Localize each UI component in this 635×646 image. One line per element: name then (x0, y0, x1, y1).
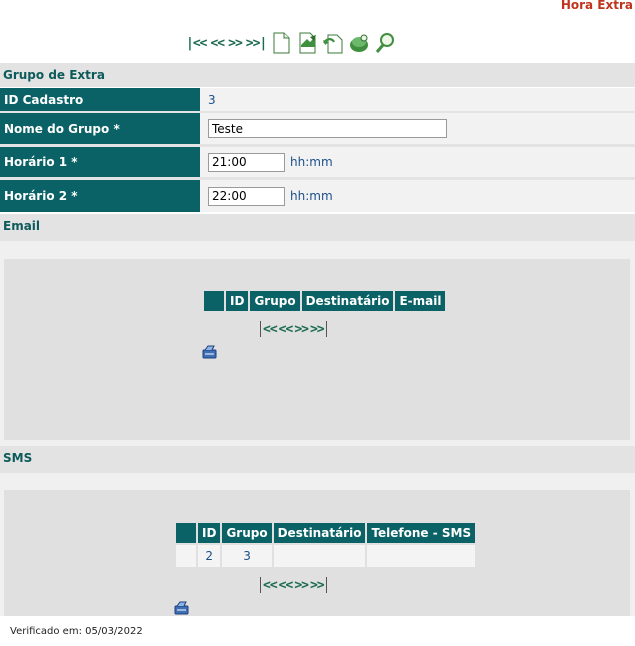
next-page-button[interactable]: >> (294, 322, 309, 337)
time1-input[interactable] (208, 152, 285, 172)
time-format-hint: hh:mm (290, 155, 333, 169)
field-row-id: ID Cadastro 3 (0, 88, 635, 113)
row-grupo-cell[interactable]: 3 (222, 545, 272, 567)
select-column-header (204, 291, 224, 311)
save-document-icon[interactable] (296, 31, 318, 55)
field-row-horario1: Horário 1 * hh:mm (0, 147, 635, 180)
add-sms-icon[interactable] (174, 601, 190, 615)
field-label: Horário 2 * (0, 180, 200, 212)
field-row-nome: Nome do Grupo * (0, 113, 635, 147)
prev-page-button[interactable]: << (279, 322, 294, 337)
delete-icon[interactable] (348, 31, 370, 55)
new-document-icon[interactable] (270, 31, 292, 55)
first-page-button[interactable]: << (263, 322, 278, 337)
id-value: 3 (208, 92, 216, 107)
time-format-hint: hh:mm (290, 189, 333, 203)
field-label: Horário 1 * (0, 147, 200, 177)
search-icon[interactable] (374, 31, 396, 55)
group-name-input[interactable] (208, 119, 447, 138)
column-header-destinatario[interactable]: Destinatário (301, 291, 394, 311)
last-page-button[interactable]: >> (310, 578, 325, 593)
first-page-button[interactable]: << (263, 578, 278, 593)
column-header-id[interactable]: ID (198, 523, 221, 543)
sms-table: ID Grupo Destinatário Telefone - SMS 2 3 (174, 521, 477, 569)
prev-record-button[interactable]: << (210, 36, 225, 51)
page-title: Hora Extra (560, 0, 633, 12)
email-table: ID Grupo Destinatário E-mail (202, 289, 447, 313)
table-row[interactable]: 2 3 (176, 545, 476, 567)
sms-panel: ID Grupo Destinatário Telefone - SMS 2 3… (4, 490, 630, 616)
row-id-cell[interactable]: 2 (198, 545, 221, 567)
row-select-cell[interactable] (176, 545, 196, 567)
column-header-telefone[interactable]: Telefone - SMS (367, 523, 476, 543)
sms-section-title: SMS (0, 446, 635, 473)
email-panel: ID Grupo Destinatário E-mail << << >> >> (4, 259, 630, 440)
field-label: Nome do Grupo * (0, 113, 200, 144)
first-record-button[interactable]: |<< (186, 36, 208, 51)
column-header-id[interactable]: ID (226, 291, 249, 311)
field-row-horario2: Horário 2 * hh:mm (0, 180, 635, 212)
email-section-title: Email (0, 214, 635, 241)
column-header-grupo[interactable]: Grupo (222, 523, 272, 543)
time2-input[interactable] (208, 186, 285, 206)
email-pager: << << >> >> (260, 321, 327, 337)
column-header-destinatario[interactable]: Destinatário (273, 523, 366, 543)
undo-document-icon[interactable] (322, 31, 344, 55)
footer: Verificado em: 05/03/2022 (0, 616, 635, 646)
column-header-email[interactable]: E-mail (395, 291, 446, 311)
row-telefone-cell (367, 545, 476, 567)
next-record-button[interactable]: >> (228, 36, 243, 51)
select-column-header (176, 523, 196, 543)
row-destinatario-cell (273, 545, 366, 567)
add-email-icon[interactable] (202, 345, 218, 359)
form-section-title: Grupo de Extra (0, 63, 635, 87)
next-page-button[interactable]: >> (294, 578, 309, 593)
sms-pager: << << >> >> (260, 577, 327, 593)
column-header-grupo[interactable]: Grupo (250, 291, 300, 311)
last-record-button[interactable]: >>| (246, 36, 268, 51)
last-page-button[interactable]: >> (310, 322, 325, 337)
field-label: ID Cadastro (0, 88, 200, 111)
record-toolbar: |<< << >> >>| (186, 30, 396, 56)
prev-page-button[interactable]: << (279, 578, 294, 593)
verified-date: Verificado em: 05/03/2022 (10, 626, 143, 637)
